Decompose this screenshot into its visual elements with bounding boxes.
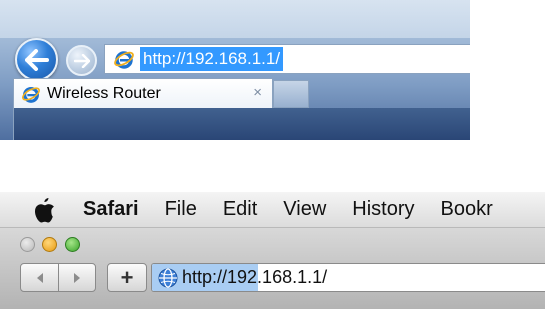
- menu-history[interactable]: History: [352, 198, 414, 221]
- safari-toolbar: + http://192.168.1.1/: [0, 228, 545, 309]
- back-triangle-icon: [36, 272, 43, 283]
- address-url[interactable]: http://192.168.1.1/: [182, 267, 327, 288]
- back-forward-group: [20, 263, 96, 292]
- address-bar[interactable]: http://192.168.1.1/: [151, 263, 545, 292]
- back-button[interactable]: [15, 38, 58, 81]
- menu-bookmarks[interactable]: Bookr: [441, 198, 493, 221]
- zoom-window-button[interactable]: [65, 237, 80, 252]
- back-button[interactable]: [21, 264, 58, 291]
- forward-arrow-icon: [73, 53, 90, 68]
- close-tab-icon[interactable]: ×: [253, 84, 262, 101]
- address-url-selected[interactable]: http://192.168.1.1/: [140, 47, 284, 71]
- menu-view[interactable]: View: [283, 198, 326, 221]
- address-bar[interactable]: http://192.168.1.1/: [104, 44, 470, 74]
- page-content-area: [13, 108, 470, 140]
- globe-icon: [158, 267, 178, 288]
- ie-title-area: [0, 0, 470, 38]
- forward-button[interactable]: [66, 45, 97, 76]
- forward-triangle-icon: [74, 272, 80, 283]
- close-window-button[interactable]: [20, 237, 35, 252]
- add-bookmark-button[interactable]: +: [107, 263, 147, 292]
- new-tab-button[interactable]: [273, 80, 309, 108]
- ie-logo-icon: [114, 51, 134, 69]
- mac-window: Safari File Edit View History Bookr + ht…: [0, 192, 545, 309]
- tab-bar: Wireless Router ×: [0, 78, 470, 110]
- back-arrow-icon: [24, 48, 49, 71]
- menu-safari[interactable]: Safari: [83, 198, 139, 221]
- minimize-window-button[interactable]: [42, 237, 57, 252]
- ie-logo-icon: [22, 86, 40, 103]
- menu-edit[interactable]: Edit: [223, 198, 257, 221]
- forward-button[interactable]: [58, 264, 95, 291]
- apple-logo-icon[interactable]: [33, 197, 55, 223]
- ie-window: http://192.168.1.1/ Wireless Router ×: [0, 0, 470, 140]
- menu-bar: Safari File Edit View History Bookr: [0, 192, 545, 228]
- tab-title: Wireless Router: [47, 84, 161, 102]
- menu-file[interactable]: File: [165, 198, 197, 221]
- tab-wireless-router[interactable]: Wireless Router ×: [13, 78, 273, 108]
